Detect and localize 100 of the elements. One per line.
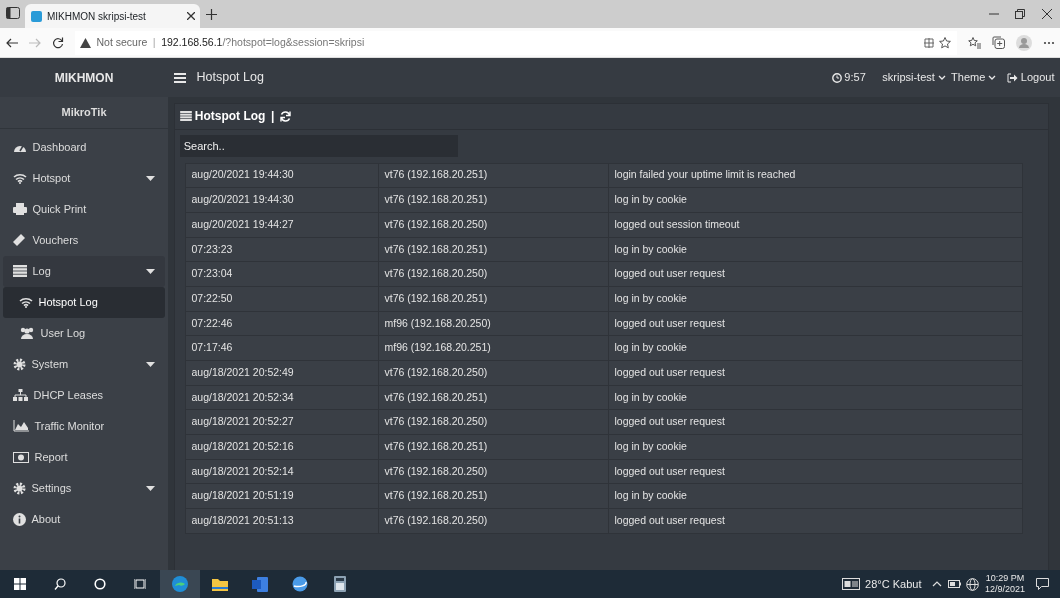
list-icon bbox=[13, 265, 27, 278]
gear-icon bbox=[13, 481, 26, 495]
table-cell: log in by cookie bbox=[608, 187, 1022, 213]
user-dropdown[interactable]: skripsi-test bbox=[882, 69, 946, 86]
taskbar-time[interactable]: 10:29 PM bbox=[985, 573, 1025, 584]
table-cell: vt76 (192.168.20.251) bbox=[378, 163, 608, 188]
search-icon[interactable] bbox=[54, 578, 66, 590]
more-icon[interactable] bbox=[1042, 40, 1055, 45]
new-tab-icon[interactable] bbox=[205, 8, 217, 20]
sitemap-icon bbox=[13, 389, 28, 402]
back-arrow-icon[interactable] bbox=[5, 37, 18, 48]
list-icon bbox=[180, 111, 192, 121]
battery-icon[interactable] bbox=[947, 580, 961, 588]
caret-icon bbox=[146, 268, 155, 274]
theme-dropdown[interactable]: Theme bbox=[951, 69, 997, 86]
table-cell: log in by cookie bbox=[608, 286, 1022, 312]
table-cell: aug/20/2021 19:44:30 bbox=[185, 163, 378, 188]
calculator-icon[interactable] bbox=[334, 576, 346, 592]
logout-link[interactable]: Logout bbox=[1007, 69, 1055, 86]
circle-icon[interactable] bbox=[94, 578, 106, 590]
sidebar-header: MikroTik bbox=[61, 105, 107, 121]
taskbar-date[interactable]: 12/9/2021 bbox=[984, 584, 1025, 595]
table-cell: vt76 (192.168.20.251) bbox=[378, 434, 608, 460]
table-cell: aug/20/2021 19:44:30 bbox=[185, 187, 378, 213]
table-cell: logged out user request bbox=[608, 508, 1022, 534]
reload-icon[interactable] bbox=[51, 36, 64, 49]
sidebar-item[interactable]: User Log bbox=[3, 317, 165, 349]
caret-icon bbox=[146, 175, 155, 181]
favorite-star-icon[interactable] bbox=[939, 36, 951, 49]
ticket-icon bbox=[13, 234, 27, 247]
active-taskbar-button[interactable] bbox=[160, 570, 200, 598]
clock-time: 9:57 bbox=[844, 70, 866, 86]
separator: | bbox=[270, 108, 275, 125]
refresh-icon[interactable] bbox=[279, 110, 291, 122]
close-icon[interactable] bbox=[186, 12, 195, 20]
table-cell: aug/18/2021 20:52:16 bbox=[185, 434, 378, 460]
address-bar[interactable]: Not secure | 192.168.56.1/?hotspot=log&session=skripsi bbox=[74, 30, 957, 55]
table-cell: aug/20/2021 19:44:27 bbox=[185, 212, 378, 238]
table-cell: vt76 (192.168.20.251) bbox=[378, 286, 608, 312]
table-cell: log in by cookie bbox=[608, 335, 1022, 361]
sidebar-item[interactable]: Settings bbox=[3, 472, 165, 504]
weather-text[interactable]: 28°C Kabut bbox=[865, 575, 922, 593]
restore-icon[interactable] bbox=[1015, 9, 1026, 19]
table-cell: logged out user request bbox=[608, 360, 1022, 386]
gear-icon bbox=[13, 357, 26, 371]
sidebar-item[interactable]: Hotspot Log bbox=[3, 286, 165, 318]
sidebar-item[interactable]: Quick Print bbox=[3, 193, 165, 225]
caret-icon bbox=[146, 485, 155, 491]
table-cell: mf96 (192.168.20.250) bbox=[378, 311, 608, 336]
browser-tab[interactable]: MIKHMON skripsi-test bbox=[25, 4, 200, 28]
logout-icon bbox=[1007, 72, 1019, 83]
globe-icon[interactable] bbox=[966, 577, 980, 591]
table-cell: 07:17:46 bbox=[185, 335, 378, 361]
chevron-up-icon[interactable] bbox=[932, 581, 943, 587]
tab-actions-icon[interactable] bbox=[5, 6, 20, 19]
app-grid-icon[interactable] bbox=[923, 37, 934, 48]
table-cell: vt76 (192.168.20.250) bbox=[378, 459, 608, 484]
windows-logo-icon[interactable] bbox=[14, 578, 26, 590]
table-cell: 07:23:23 bbox=[185, 237, 378, 262]
sidebar-item[interactable]: Vouchers bbox=[3, 224, 165, 256]
wifi-icon bbox=[13, 172, 27, 184]
close-icon[interactable] bbox=[1041, 9, 1052, 19]
table-cell: vt76 (192.168.20.251) bbox=[378, 187, 608, 213]
sidebar-item[interactable]: DHCP Leases bbox=[3, 379, 165, 411]
folder-icon[interactable] bbox=[212, 577, 228, 591]
table-cell: 07:22:46 bbox=[185, 311, 378, 336]
table-cell: vt76 (192.168.20.250) bbox=[378, 360, 608, 386]
collections-icon[interactable] bbox=[991, 36, 1005, 49]
menu-icon[interactable] bbox=[173, 72, 186, 83]
browser-icon[interactable] bbox=[171, 575, 189, 593]
table-cell: vt76 (192.168.20.250) bbox=[378, 508, 608, 534]
sidebar-item[interactable]: About bbox=[3, 503, 165, 535]
users-icon bbox=[19, 327, 35, 340]
sidebar-item[interactable]: Hotspot bbox=[3, 162, 165, 194]
globe-app-icon[interactable] bbox=[292, 576, 308, 592]
sidebar-item[interactable]: Log bbox=[3, 255, 165, 287]
profile-avatar-icon[interactable] bbox=[1015, 34, 1032, 51]
brand-title[interactable]: MIKHMON bbox=[0, 68, 168, 87]
warning-icon bbox=[80, 37, 91, 48]
caret-icon bbox=[937, 75, 946, 80]
caret-icon bbox=[988, 75, 997, 80]
news-widget-icon[interactable] bbox=[841, 578, 860, 590]
table-cell: log in by cookie bbox=[608, 434, 1022, 460]
site-favicon-icon bbox=[30, 10, 42, 22]
task-view-icon[interactable] bbox=[134, 578, 146, 590]
table-cell: logged out user request bbox=[608, 311, 1022, 336]
table-cell: 07:22:50 bbox=[185, 286, 378, 312]
sidebar-item[interactable]: Dashboard bbox=[3, 131, 165, 163]
table-cell: log in by cookie bbox=[608, 483, 1022, 509]
sidebar-item[interactable]: Traffic Monitor bbox=[3, 410, 165, 442]
sidebar-item[interactable]: System bbox=[3, 348, 165, 380]
table-cell: login failed your uptime limit is reached bbox=[608, 163, 1022, 188]
notification-icon[interactable] bbox=[1036, 578, 1049, 590]
favorites-list-icon[interactable] bbox=[967, 36, 981, 49]
table-cell: logged out user request bbox=[608, 409, 1022, 435]
document-app-icon[interactable] bbox=[252, 576, 268, 592]
area-chart-icon bbox=[13, 420, 29, 433]
sidebar-item[interactable]: Report bbox=[3, 441, 165, 473]
caret-icon bbox=[146, 361, 155, 367]
search-field[interactable]: Search.. bbox=[180, 135, 458, 157]
